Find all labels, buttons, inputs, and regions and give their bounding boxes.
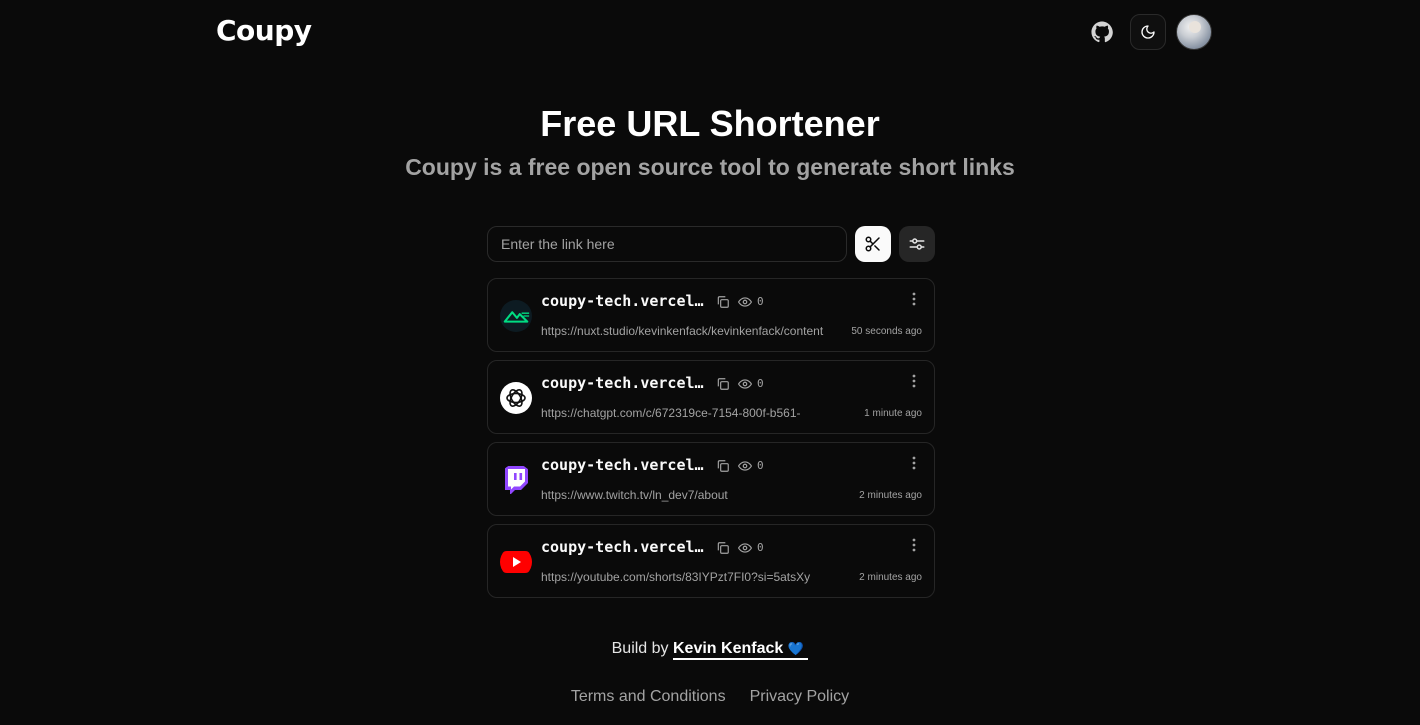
author-link[interactable]: Kevin Kenfack 💙: [673, 640, 809, 660]
footer-links: Terms and Conditions Privacy Policy: [0, 688, 1420, 706]
youtube-icon: [500, 546, 532, 578]
short-link[interactable]: coupy-tech.vercel.app/x: [541, 456, 711, 474]
link-input[interactable]: [487, 226, 847, 262]
heart-icon: 💙: [787, 641, 804, 656]
copy-icon[interactable]: [716, 377, 730, 391]
logo[interactable]: Coupy: [216, 14, 312, 47]
theme-toggle-button[interactable]: [1130, 14, 1166, 50]
more-options-icon[interactable]: [912, 374, 916, 388]
more-options-icon[interactable]: [912, 538, 916, 552]
shortener-form: [487, 226, 935, 262]
eye-icon: [738, 379, 752, 389]
eye-icon: [738, 297, 752, 307]
author-name: Kevin Kenfack: [673, 640, 784, 657]
twitch-icon: [500, 464, 532, 496]
link-card[interactable]: coupy-tech.vercel.app/x 0 https://nuxt.s…: [487, 278, 935, 352]
terms-link[interactable]: Terms and Conditions: [571, 688, 726, 706]
build-prefix: Build by: [611, 640, 669, 657]
copy-icon[interactable]: [716, 295, 730, 309]
created-time: 2 minutes ago: [859, 572, 922, 583]
sliders-icon: [909, 238, 925, 250]
short-link[interactable]: coupy-tech.vercel.app/x: [541, 374, 711, 392]
created-time: 50 seconds ago: [851, 326, 922, 337]
moon-icon: [1141, 25, 1155, 39]
github-link[interactable]: [1084, 14, 1120, 50]
more-options-icon[interactable]: [912, 456, 916, 470]
link-card[interactable]: coupy-tech.vercel.app/x 0 https://chatgp…: [487, 360, 935, 434]
eye-icon: [738, 461, 752, 471]
click-count: 0: [757, 459, 764, 472]
more-options-icon[interactable]: [912, 292, 916, 306]
link-settings-button[interactable]: [899, 226, 935, 262]
user-avatar[interactable]: [1176, 14, 1212, 50]
original-url: https://www.twitch.tv/ln_dev7/about: [541, 488, 728, 502]
nuxt-studio-icon: [500, 300, 532, 332]
footer-credit: Build by Kevin Kenfack 💙: [0, 640, 1420, 660]
click-count: 0: [757, 295, 764, 308]
copy-icon[interactable]: [716, 459, 730, 473]
header-actions: [1084, 14, 1212, 50]
created-time: 1 minute ago: [864, 408, 922, 419]
eye-icon: [738, 543, 752, 553]
github-icon: [1091, 21, 1113, 43]
link-card[interactable]: coupy-tech.vercel.app/x 0 https://youtub…: [487, 524, 935, 598]
scissors-icon: [865, 236, 880, 252]
shorten-button[interactable]: [855, 226, 891, 262]
original-url: https://nuxt.studio/kevinkenfack/kevinke…: [541, 324, 824, 338]
short-link[interactable]: coupy-tech.vercel.app/x: [541, 292, 711, 310]
created-time: 2 minutes ago: [859, 490, 922, 501]
page-subtitle: Coupy is a free open source tool to gene…: [405, 154, 1015, 180]
short-link[interactable]: coupy-tech.vercel.app/x: [541, 538, 711, 556]
header: Coupy: [0, 0, 1420, 70]
original-url: https://chatgpt.com/c/672319ce-7154-800f…: [541, 406, 801, 420]
click-count: 0: [757, 541, 764, 554]
link-card[interactable]: coupy-tech.vercel.app/x 0 https://www.tw…: [487, 442, 935, 516]
page-title: Free URL Shortener: [540, 103, 880, 144]
chatgpt-icon: [500, 382, 532, 414]
click-count: 0: [757, 377, 764, 390]
privacy-link[interactable]: Privacy Policy: [750, 688, 850, 706]
copy-icon[interactable]: [716, 541, 730, 555]
original-url: https://youtube.com/shorts/83IYPzt7FI0?s…: [541, 570, 811, 584]
